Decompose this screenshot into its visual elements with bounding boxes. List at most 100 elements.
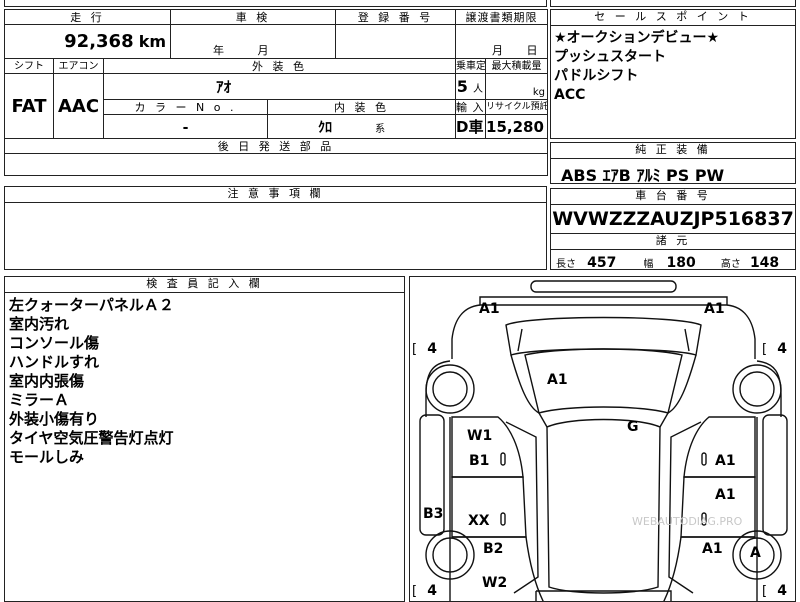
inspector-line: ハンドルすれ	[9, 353, 100, 371]
equipment-header: 純 正 装 備	[551, 143, 795, 159]
top-clipped-strip	[4, 0, 547, 7]
import-header: 輸 入 車	[455, 99, 487, 115]
inspector-line: 室内内張傷	[9, 372, 85, 390]
front-bumper	[479, 296, 728, 306]
exterior-color-value: ｱｵ	[216, 78, 232, 96]
width-label: 幅	[643, 259, 654, 270]
hood-panel-r	[667, 354, 697, 414]
interior-color-value: ｸﾛ	[318, 119, 333, 136]
registration-cell	[335, 24, 457, 59]
ac-value: AAC	[57, 95, 100, 117]
sales-line: パドルシフト	[554, 68, 639, 84]
later-parts-header: 後 日 発 送 部 品	[3, 138, 549, 154]
a-pillar-right	[659, 412, 669, 428]
hood-inner-right	[684, 328, 690, 352]
vehicle-info-table: 走 行 車 検 登 録 番 号 譲渡書類期限 92,368 km 年 月 月 日…	[3, 9, 549, 176]
equipment-box: 純 正 装 備 ABS ｴｱB ｱﾙﾐ PS PW	[550, 142, 796, 185]
interior-color-cell: ｸﾛ 系	[267, 114, 457, 139]
exterior-color-cell: ｱｵ	[102, 73, 457, 100]
mark-roof: G	[627, 419, 639, 435]
mark-rear-left: W2	[482, 575, 508, 591]
mark-quarter-right: A1	[702, 541, 723, 557]
mileage-header: 走 行	[3, 9, 172, 25]
mark-front-door-right: A1	[715, 453, 736, 469]
exterior-color-header: 外 装 色	[102, 58, 457, 74]
front-bumper-top	[530, 280, 677, 293]
equipment-value: ABS ｴｱB ｱﾙﾐ PS PW	[561, 166, 725, 185]
color-no-value: -	[182, 120, 189, 136]
inspection-year: 年	[213, 44, 225, 57]
handle-left-front	[500, 452, 506, 466]
handle-left-rear	[500, 512, 506, 526]
capacity-header: 乗車定員	[455, 58, 487, 74]
shift-header: シフト	[4, 58, 54, 74]
mark-tire-rear-right: A	[750, 545, 761, 561]
inspection-month: 月	[257, 44, 269, 57]
bracket-front-right: [ 4	[762, 341, 787, 357]
inspection-header: 車 検	[170, 9, 337, 25]
chassis-value: WVWZZZAUZJP516837	[551, 205, 795, 234]
capacity-unit: 人	[473, 84, 484, 95]
shift-value-cell: FAT	[4, 73, 54, 139]
color-no-header: カ ラ ー N o .	[102, 99, 269, 115]
bracket-rear-left: [ 4	[412, 583, 437, 599]
mark-rear-door-left: XX	[468, 513, 490, 529]
height-value: 148	[749, 255, 780, 271]
car-diagram-box: [ 4 [ 4 [ 4 [ 4 A1 A1 A1 G W1 B1 A1 A1 B…	[409, 276, 796, 602]
chassis-box: 車 台 番 号 WVWZZZAUZJP516837 諸 元 長さ 457 幅 1…	[550, 188, 796, 271]
inspector-header: 検 査 員 記 入 欄	[5, 277, 404, 293]
bracket-rear-left-open: [	[412, 584, 418, 599]
mark-front-door-left-2: B1	[469, 453, 490, 469]
sales-line: プッシュスタート	[554, 49, 666, 65]
sales-point-header: セ ー ル ス ポ イ ン ト	[551, 10, 795, 26]
handle-right-front	[701, 452, 707, 466]
mark-front-left: A1	[479, 301, 500, 317]
inspector-line: 左クォーターパネルＡ２	[9, 296, 174, 314]
ac-header: エアコン	[53, 58, 104, 74]
dims-row: 長さ 457 幅 180 高さ 148	[551, 250, 795, 271]
inspector-line: 室内汚れ	[9, 315, 70, 333]
sales-line: ★オークションデビュー★	[554, 30, 720, 46]
door-right-rear	[680, 476, 756, 538]
a-pillar-left	[538, 412, 548, 428]
mark-rear-door-right: A1	[715, 487, 736, 503]
tire-front-right-inner	[739, 371, 775, 407]
chassis-header: 車 台 番 号	[551, 189, 795, 205]
bracket-front-right-value: 4	[777, 341, 787, 357]
side-glass-right	[668, 421, 702, 594]
later-parts-cell	[3, 153, 549, 176]
width-value: 180	[666, 255, 696, 271]
length-label: 長さ	[556, 259, 576, 270]
mark-front-door-left-1: W1	[467, 428, 493, 444]
bracket-rear-left-value: 4	[427, 583, 437, 599]
mark-rocker-left: B3	[423, 506, 444, 522]
max-load-header: 最大積載量	[485, 58, 549, 74]
bracket-rear-right-open: [	[762, 584, 768, 599]
mileage-cell: 92,368 km	[3, 24, 172, 59]
inspection-cell: 年 月	[170, 24, 337, 59]
transfer-day: 日	[526, 44, 538, 57]
registration-header: 登 録 番 号	[335, 9, 457, 25]
inspector-lines: 左クォーターパネルＡ２ 室内汚れ コンソール傷 ハンドルすれ 室内内張傷 ミラーＡ 外装小傷…	[5, 293, 404, 467]
inspector-line: モールしみ	[9, 448, 85, 466]
sales-lines: ★オークションデビュー★ プッシュスタート パドルシフト ACC	[551, 26, 795, 105]
hood-panel	[510, 354, 540, 414]
import-value-1: D車	[456, 118, 484, 136]
interior-color-header: 内 装 色	[267, 99, 457, 115]
height-label: 高さ	[720, 259, 741, 270]
recycle-header: リサイクル預託金	[485, 99, 549, 115]
mark-quarter-left: B2	[483, 541, 504, 557]
transfer-header: 譲渡書類期限	[455, 9, 549, 25]
max-load-unit: kg	[532, 87, 546, 98]
color-no-cell: -	[102, 114, 269, 139]
hood-inner-left	[517, 328, 523, 352]
recycle-value: 15,280	[486, 118, 544, 136]
max-load-cell: kg	[485, 73, 549, 100]
sales-point-box: セ ー ル ス ポ イ ン ト ★オークションデビュー★ プッシュスタート パドルシ…	[550, 9, 796, 139]
side-glass-left	[505, 421, 539, 594]
recycle-cell: 15,280 円	[485, 114, 549, 139]
sales-line: ACC	[554, 87, 586, 103]
transfer-month: 月	[492, 44, 504, 57]
transfer-cell: 月 日	[455, 24, 549, 59]
interior-color-suffix: 系	[375, 123, 386, 135]
